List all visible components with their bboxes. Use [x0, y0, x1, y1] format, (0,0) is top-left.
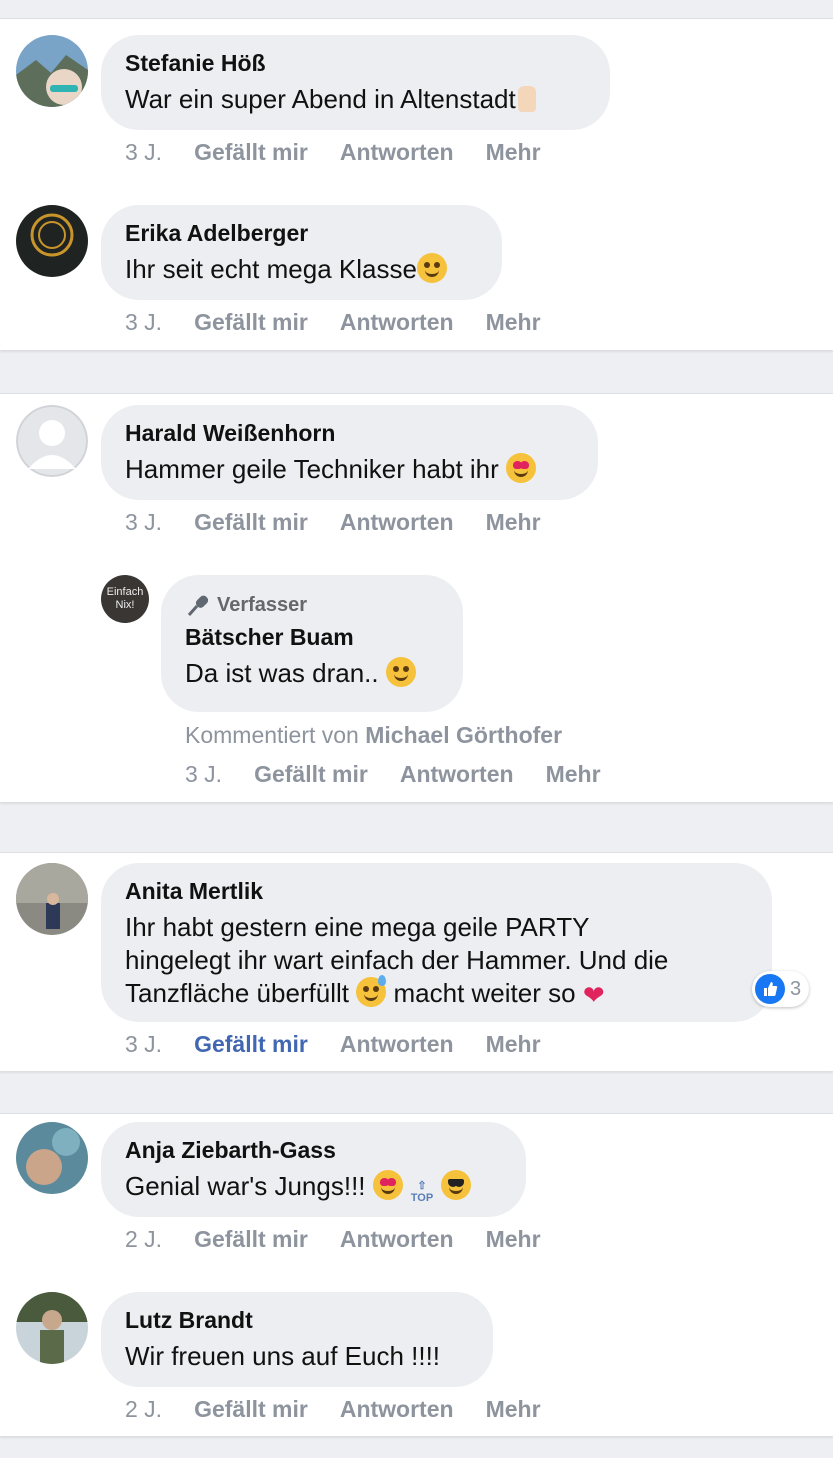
comment-bubble: Anja Ziebarth-Gass Genial war's Jungs!!!… [101, 1122, 526, 1217]
like-button[interactable]: Gefällt mir [194, 1226, 308, 1253]
reply-avatar[interactable]: Einfach Nix! [101, 575, 149, 623]
reply-text: Da ist was dran.. [185, 657, 439, 690]
more-button[interactable]: Mehr [486, 1396, 541, 1423]
comment-time[interactable]: 2 J. [125, 1396, 162, 1423]
reply-actions: 3 J. Gefällt mir Antworten Mehr [185, 761, 633, 788]
avatar[interactable] [16, 863, 88, 935]
like-button[interactable]: Gefällt mir [254, 761, 368, 788]
more-button[interactable]: Mehr [486, 1031, 541, 1058]
reply-button[interactable]: Antworten [340, 1396, 454, 1423]
reply-button[interactable]: Antworten [340, 139, 454, 166]
avatar-text: Einfach Nix! [106, 586, 144, 611]
comment-text-line: macht weiter so [393, 978, 576, 1008]
comment-author[interactable]: Harald Weißenhorn [125, 419, 574, 447]
comment-bubble: Harald Weißenhorn Hammer geile Techniker… [101, 405, 598, 500]
comment-text: Ihr seit echt mega Klasse [125, 253, 478, 286]
thumbs-up-emoji-icon [517, 86, 536, 112]
comment-bubble: Lutz Brandt Wir freuen uns auf Euch !!!! [101, 1292, 493, 1387]
heart-eyes-emoji-icon [506, 453, 537, 483]
comment-bubble: Stefanie Höß War ein super Abend in Alte… [101, 35, 610, 130]
more-button[interactable]: Mehr [486, 309, 541, 336]
comment-time[interactable]: 3 J. [185, 761, 222, 788]
commented-by: Kommentiert von Michael Görthofer [185, 722, 562, 749]
more-button[interactable]: Mehr [486, 139, 541, 166]
commented-by-name[interactable]: Michael Görthofer [365, 722, 562, 748]
reply-button[interactable]: Antworten [340, 1031, 454, 1058]
more-button[interactable]: Mehr [486, 509, 541, 536]
reply-button[interactable]: Antworten [340, 509, 454, 536]
smiling-emoji-icon [416, 253, 447, 283]
comment-text: Hammer geile Techniker habt ihr [125, 453, 574, 486]
like-button-active[interactable]: Gefällt mir [194, 1031, 308, 1058]
avatar[interactable] [16, 205, 88, 277]
like-button[interactable]: Gefällt mir [194, 309, 308, 336]
comment-text-line: hingelegt ihr wart einfach der Hammer. U… [125, 945, 669, 975]
comment-time[interactable]: 3 J. [125, 509, 162, 536]
author-badge: Verfasser [185, 593, 439, 617]
grinning-emoji-icon [385, 657, 416, 687]
comment-time[interactable]: 2 J. [125, 1226, 162, 1253]
microphone-icon [187, 595, 209, 616]
comment-text: War ein super Abend in Altenstadt [125, 83, 586, 116]
commented-prefix: Kommentiert von [185, 722, 359, 748]
author-badge-label: Verfasser [217, 593, 308, 616]
avatar[interactable] [16, 1122, 88, 1194]
reply-button[interactable]: Antworten [340, 1226, 454, 1253]
heart-eyes-emoji-icon [372, 1170, 403, 1200]
comment-time[interactable]: 3 J. [125, 309, 162, 336]
thumbs-up-icon [755, 974, 785, 1004]
more-button[interactable]: Mehr [486, 1226, 541, 1253]
comment-author[interactable]: Lutz Brandt [125, 1306, 469, 1334]
comment-actions: 3 J. Gefällt mir Antworten Mehr [125, 139, 573, 166]
comment-actions: 2 J. Gefällt mir Antworten Mehr [125, 1226, 573, 1253]
avatar[interactable] [16, 1292, 88, 1364]
two-hearts-emoji-icon: ❤ [582, 980, 605, 1010]
top-arrow-emoji-icon: ⇧ TOP [410, 1180, 434, 1204]
like-button[interactable]: Gefällt mir [194, 139, 308, 166]
comment-author[interactable]: Erika Adelberger [125, 219, 478, 247]
reply-button[interactable]: Antworten [340, 309, 454, 336]
comment-text: Genial war's Jungs!!! ⇧ TOP [125, 1170, 502, 1204]
reaction-count: 3 [790, 977, 802, 1000]
like-button[interactable]: Gefällt mir [194, 1396, 308, 1423]
comment-time[interactable]: 3 J. [125, 1031, 162, 1058]
like-button[interactable]: Gefällt mir [194, 509, 308, 536]
comment-author[interactable]: Stefanie Höß [125, 49, 586, 77]
grinning-sweat-emoji-icon [356, 975, 387, 1007]
reaction-count-badge[interactable]: 3 [752, 971, 810, 1007]
sunglasses-emoji-icon [441, 1170, 472, 1200]
comment-bubble: Anita Mertlik Ihr habt gestern eine mega… [101, 863, 772, 1022]
comment-text-line: Ihr habt gestern eine mega geile PARTY [125, 912, 590, 942]
comment-author[interactable]: Anita Mertlik [125, 877, 748, 905]
comment-bubble: Erika Adelberger Ihr seit echt mega Klas… [101, 205, 502, 300]
reply-author[interactable]: Bätscher Buam [185, 623, 439, 651]
avatar[interactable] [16, 35, 88, 107]
comment-author[interactable]: Anja Ziebarth-Gass [125, 1136, 502, 1164]
comment-actions: 2 J. Gefällt mir Antworten Mehr [125, 1396, 573, 1423]
comment-text: Ihr habt gestern eine mega geile PARTY h… [125, 911, 748, 1012]
comment-text-line: Tanzfläche überfüllt [125, 978, 350, 1008]
more-button[interactable]: Mehr [546, 761, 601, 788]
default-avatar-icon[interactable] [16, 405, 88, 477]
comment-text: Wir freuen uns auf Euch !!!! [125, 1341, 441, 1371]
comment-actions: 3 J. Gefällt mir Antworten Mehr [125, 1031, 573, 1058]
comment-actions: 3 J. Gefällt mir Antworten Mehr [125, 509, 573, 536]
comment-time[interactable]: 3 J. [125, 139, 162, 166]
reply-button[interactable]: Antworten [400, 761, 514, 788]
reply-bubble: Verfasser Bätscher Buam Da ist was dran.… [161, 575, 463, 712]
comment-actions: 3 J. Gefällt mir Antworten Mehr [125, 309, 573, 336]
